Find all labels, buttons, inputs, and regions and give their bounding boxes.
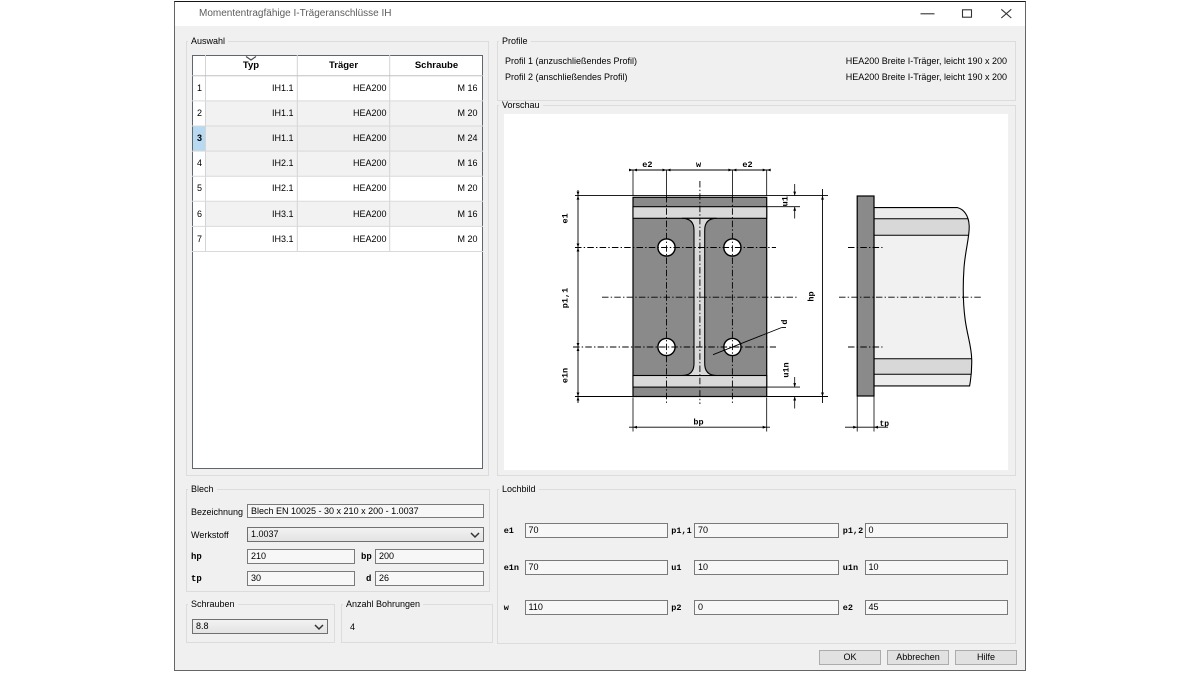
svg-text:e2: e2 — [742, 160, 752, 170]
svg-text:tp: tp — [880, 420, 890, 429]
svg-text:p1,1: p1,1 — [561, 288, 571, 308]
svg-text:bp: bp — [693, 418, 703, 428]
svg-text:e1: e1 — [561, 213, 571, 223]
svg-text:u1n: u1n — [782, 362, 792, 377]
svg-text:d: d — [780, 319, 790, 324]
svg-text:e2: e2 — [642, 160, 652, 170]
svg-text:e1n: e1n — [561, 368, 571, 383]
svg-text:w: w — [696, 160, 702, 170]
svg-text:u1: u1 — [781, 196, 791, 206]
svg-text:hp: hp — [807, 291, 817, 301]
